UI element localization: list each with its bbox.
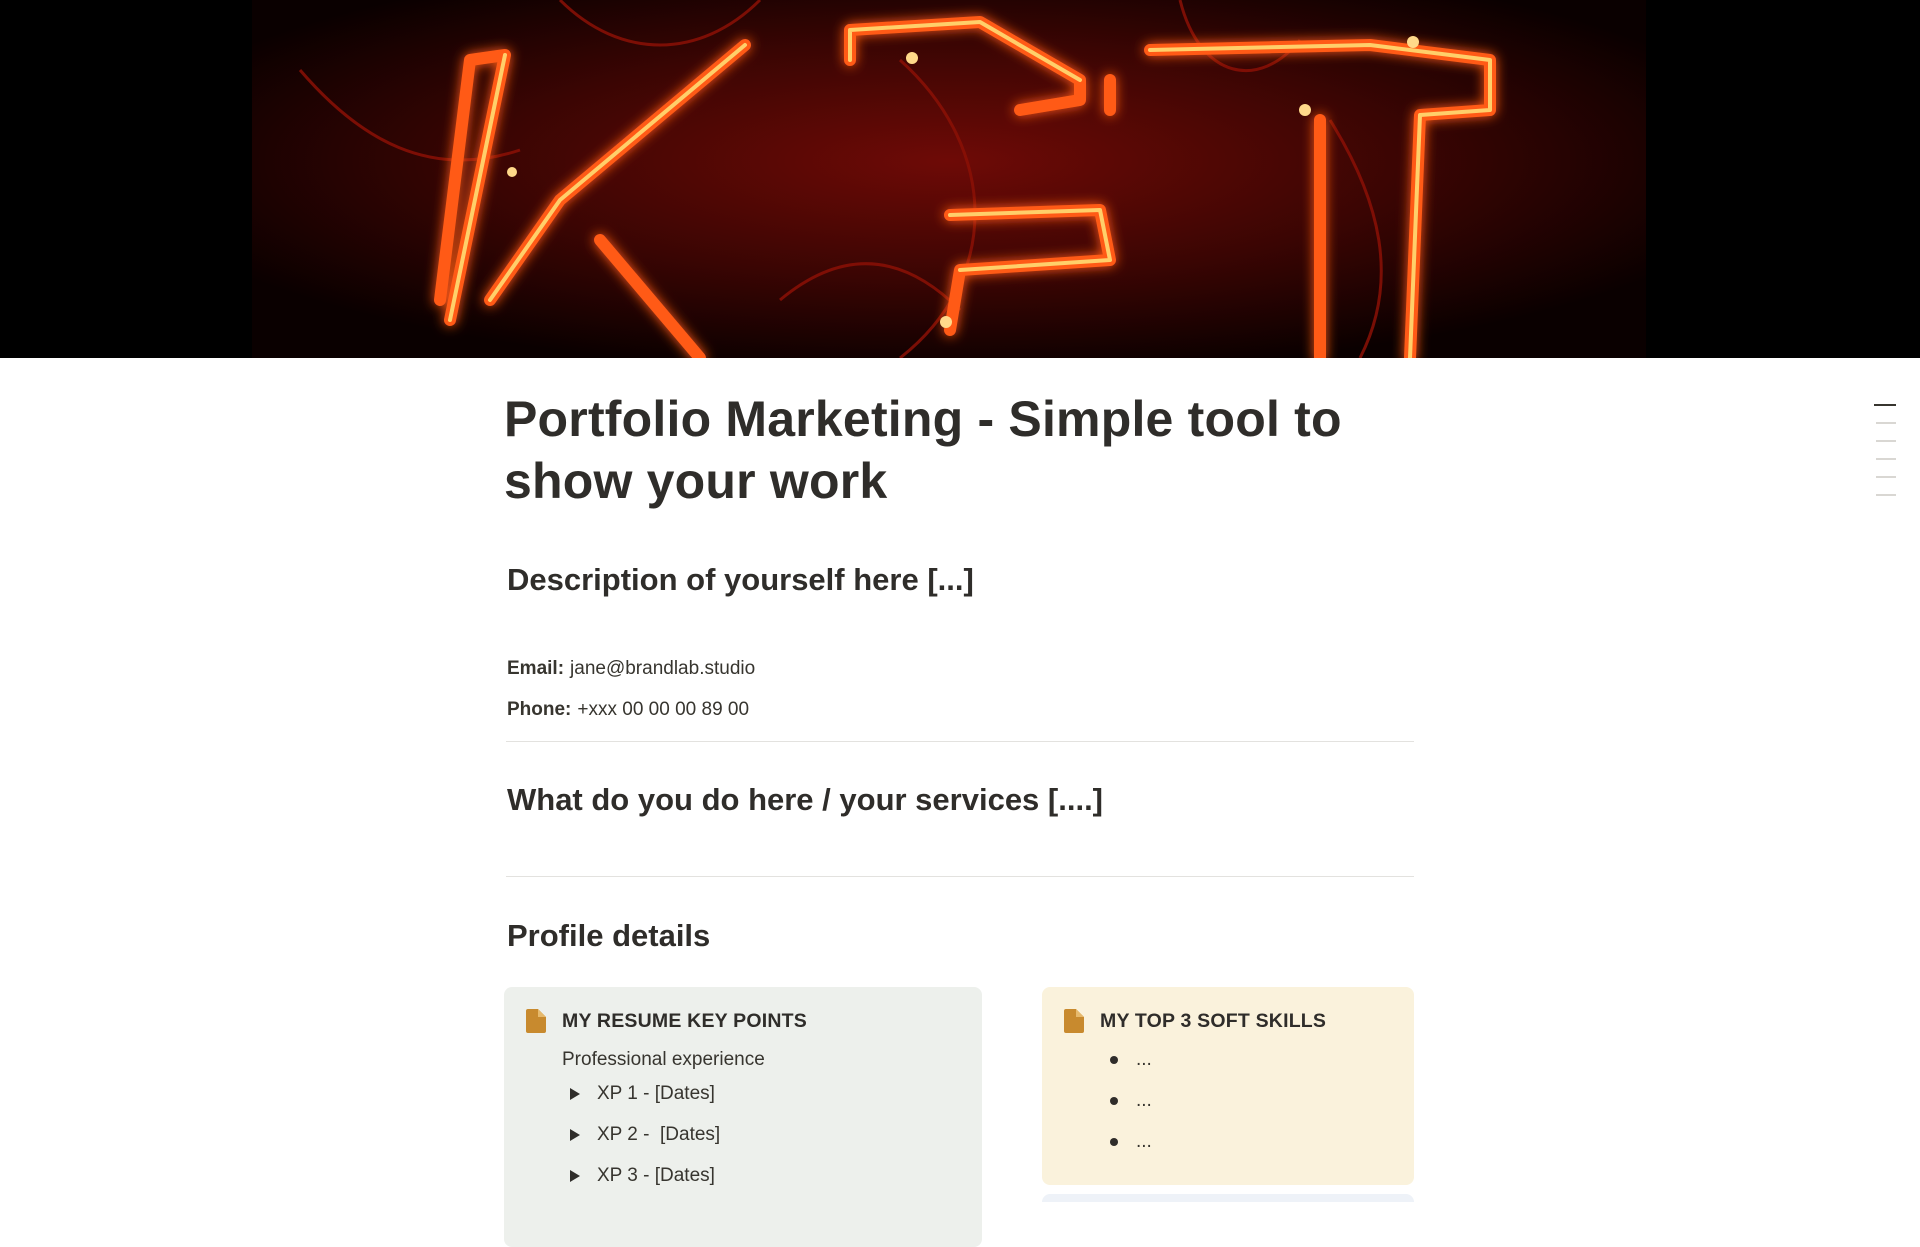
table-of-contents-outline[interactable] [1872, 404, 1896, 512]
services-heading[interactable]: What do you do here / your services [...… [507, 782, 1103, 818]
page-title[interactable]: Portfolio Marketing - Simple tool to sho… [504, 388, 1414, 512]
toc-item[interactable] [1876, 476, 1896, 478]
document-icon[interactable] [526, 1009, 546, 1033]
soft-skills-callout[interactable]: MY TOP 3 SOFT SKILLS ... ... ... [1042, 987, 1414, 1185]
toggle-xp-3[interactable]: XP 3 - [Dates] [570, 1155, 960, 1196]
contact-block: Email: jane@brandlab.studio Phone: +xxx 00… [507, 656, 755, 738]
toggle-label: XP 1 - [Dates] [597, 1082, 715, 1104]
next-callout-edge [1042, 1194, 1414, 1202]
page-content: Portfolio Marketing - Simple tool to sho… [504, 358, 1414, 1247]
phone-value[interactable]: +xxx 00 00 00 89 00 [577, 699, 749, 720]
profile-heading[interactable]: Profile details [507, 918, 710, 954]
toc-item[interactable] [1876, 440, 1896, 442]
phone-label: Phone: [507, 699, 572, 720]
neon-sign-image [0, 0, 1920, 358]
list-item-text[interactable]: ... [1136, 1090, 1152, 1112]
list-item-text[interactable]: ... [1136, 1131, 1152, 1153]
resume-subtitle: Professional experience [562, 1049, 765, 1070]
email-value[interactable]: jane@brandlab.studio [570, 658, 755, 679]
divider [506, 876, 1414, 877]
bullet-icon [1110, 1096, 1118, 1105]
toggle-label: XP 2 - [Dates] [597, 1123, 721, 1145]
resume-callout[interactable]: MY RESUME KEY POINTS Professional experi… [504, 987, 982, 1247]
soft-skills-callout-title: MY TOP 3 SOFT SKILLS [1100, 1009, 1327, 1032]
toggle-xp-1[interactable]: XP 1 - [Dates] [570, 1073, 960, 1114]
toggle-arrow-icon[interactable] [570, 1128, 580, 1141]
description-heading[interactable]: Description of yourself here [...] [507, 562, 974, 598]
list-item-text[interactable]: ... [1136, 1049, 1152, 1071]
bullet-icon [1110, 1137, 1118, 1146]
document-icon[interactable] [1064, 1009, 1084, 1033]
toc-item[interactable] [1876, 422, 1896, 424]
phone-row[interactable]: Phone: +xxx 00 00 00 89 00 [507, 697, 755, 738]
bullet-icon [1110, 1055, 1118, 1064]
cover-image [0, 0, 1920, 358]
toggle-arrow-icon[interactable] [570, 1169, 580, 1182]
toggle-xp-2[interactable]: XP 2 - [Dates] [570, 1114, 960, 1155]
resume-callout-title: MY RESUME KEY POINTS [562, 1009, 807, 1032]
list-item[interactable]: ... [1110, 1121, 1392, 1162]
list-item[interactable]: ... [1110, 1039, 1392, 1080]
toc-item[interactable] [1874, 404, 1896, 406]
toc-item[interactable] [1876, 494, 1896, 496]
divider [506, 741, 1414, 742]
toggle-label: XP 3 - [Dates] [597, 1164, 715, 1186]
toc-item[interactable] [1876, 458, 1896, 460]
email-row[interactable]: Email: jane@brandlab.studio [507, 656, 755, 697]
email-label: Email: [507, 658, 565, 679]
list-item[interactable]: ... [1110, 1080, 1392, 1121]
toggle-arrow-icon[interactable] [570, 1087, 580, 1100]
